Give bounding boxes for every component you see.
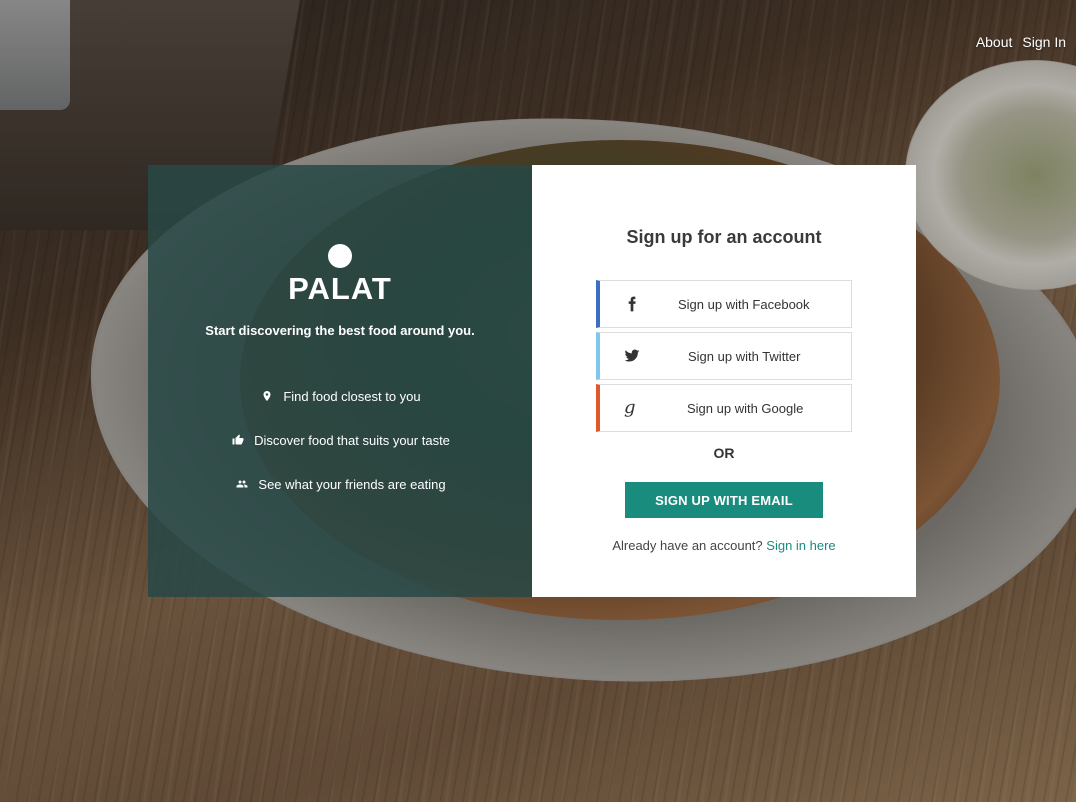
brand-panel: PALAT Start discovering the best food ar…: [148, 165, 532, 597]
already-text: Already have an account?: [612, 538, 763, 553]
twitter-signup-label: Sign up with Twitter: [688, 348, 801, 364]
google-icon: g: [624, 397, 636, 418]
facebook-signup-button[interactable]: Sign up with Facebook: [596, 280, 852, 328]
feature-item: Find food closest to you: [148, 386, 532, 406]
twitter-signup-button[interactable]: Sign up with Twitter: [596, 332, 852, 380]
feature-text: Discover food that suits your taste: [254, 432, 450, 448]
brand-name: PALAT: [288, 271, 392, 306]
signup-form-panel: Sign up for an account Sign up with Face…: [532, 165, 916, 597]
sign-in-link[interactable]: Sign In: [1022, 34, 1066, 50]
twitter-icon: [600, 348, 660, 364]
thumbs-up-icon: [230, 432, 246, 448]
feature-text: Find food closest to you: [283, 388, 421, 404]
logo-circle-icon: [328, 244, 352, 268]
signup-card: PALAT Start discovering the best food ar…: [148, 165, 916, 597]
google-signup-button[interactable]: g Sign up with Google: [596, 384, 852, 432]
signup-title: Sign up for an account: [626, 227, 822, 247]
tagline: Start discovering the best food around y…: [205, 323, 475, 338]
feature-item: See what your friends are eating: [148, 474, 532, 494]
feature-text: See what your friends are eating: [258, 476, 446, 492]
feature-item: Discover food that suits your taste: [148, 430, 532, 450]
feature-list: Find food closest to you Discover food t…: [148, 386, 532, 518]
people-icon: [234, 476, 250, 492]
sign-in-here-link[interactable]: Sign in here: [766, 538, 835, 553]
facebook-signup-label: Sign up with Facebook: [678, 296, 810, 312]
or-divider: OR: [713, 445, 735, 461]
email-signup-button[interactable]: SIGN UP WITH EMAIL: [625, 482, 823, 518]
location-pin-icon: [259, 388, 275, 404]
already-have-account: Already have an account? Sign in here: [532, 538, 916, 553]
facebook-icon: [600, 296, 660, 312]
top-nav: About Sign In: [976, 34, 1066, 50]
about-link[interactable]: About: [976, 34, 1013, 50]
google-signup-label: Sign up with Google: [687, 400, 804, 416]
